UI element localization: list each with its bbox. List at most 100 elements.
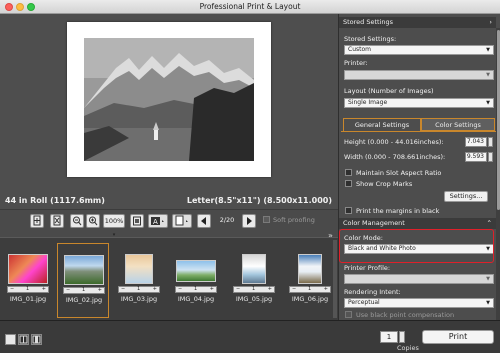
color-management-header-label: Color Management — [343, 219, 405, 227]
compare-view-button[interactable] — [31, 334, 42, 345]
soft-proofing-toggle[interactable]: Soft proofing — [263, 216, 315, 224]
zoom-select[interactable]: 100% ▾ — [103, 214, 125, 238]
copies-input[interactable]: 1 — [380, 331, 398, 343]
close-window-button[interactable] — [5, 3, 13, 11]
height-stepper[interactable] — [488, 137, 493, 147]
thumbnail-item[interactable]: − 1 + IMG_06.jpg — [284, 248, 336, 318]
thumbnail-item[interactable]: − 1 + IMG_01.jpg — [2, 248, 54, 318]
copies-label: Copies — [397, 344, 419, 352]
settings-panel: Stored Settings › Stored Settings: Custom… — [338, 14, 500, 320]
thumbnail-count: 1 — [252, 286, 256, 292]
thumbnail-count-stepper[interactable]: − 1 + — [289, 286, 331, 293]
zoom-out-button[interactable] — [70, 214, 84, 228]
paper-preview — [67, 22, 271, 177]
thumbnail-count: 1 — [26, 286, 30, 292]
thumbnail-image-lighthouse — [242, 254, 266, 284]
panel-scrollbar[interactable] — [496, 28, 500, 320]
thumbnail-count: 1 — [137, 286, 141, 292]
minimize-window-button[interactable] — [16, 3, 24, 11]
zoom-value: 100% — [104, 217, 124, 225]
thumbnail-item-selected[interactable]: − 1 + IMG_02.jpg — [57, 243, 109, 318]
split-view-icon — [19, 335, 28, 344]
thumbnail-count-stepper[interactable]: − 1 + — [233, 286, 275, 293]
next-page-button[interactable] — [242, 214, 256, 228]
settings-tabs: General Settings Color Settings — [343, 118, 495, 131]
width-label: Width (0.000 - 708.661inches): — [344, 153, 446, 161]
plus-icon[interactable]: + — [324, 287, 328, 292]
window-title: Professional Print & Layout — [199, 2, 301, 11]
layout-label: Layout (Number of Images) — [344, 87, 434, 95]
thumbnail-item[interactable]: − 1 + IMG_04.jpg — [170, 248, 222, 318]
text-tool-icon: A — [151, 217, 164, 226]
printer-select[interactable]: ▼ — [344, 70, 494, 80]
stored-settings-header-label: Stored Settings — [343, 18, 394, 26]
single-view-button[interactable] — [5, 334, 16, 345]
rendering-intent-value: Perceptual — [348, 299, 380, 306]
thumbnail-count-stepper[interactable]: − 1 + — [118, 286, 160, 293]
bottom-bar: 1 Copies Print — [0, 320, 500, 353]
width-stepper[interactable] — [488, 152, 493, 162]
soft-proofing-label: Soft proofing — [273, 216, 315, 224]
minus-icon[interactable]: − — [121, 287, 125, 292]
plus-icon[interactable]: + — [98, 288, 102, 293]
delete-page-button[interactable] — [50, 214, 64, 228]
preview-toolbar: 100% ▾ A 2/20 Soft proofing — [0, 209, 338, 238]
thumbnail-count-stepper[interactable]: − 1 + — [63, 287, 105, 294]
new-page-icon — [33, 215, 41, 226]
split-view-button[interactable] — [18, 334, 29, 345]
black-point-checkbox[interactable] — [345, 311, 352, 318]
rendering-intent-select[interactable]: Perceptual ▼ — [344, 298, 494, 308]
settings-button[interactable]: Settings... — [444, 191, 488, 202]
minus-icon[interactable]: − — [236, 287, 240, 292]
arrow-right-icon — [247, 217, 252, 225]
thumbnail-image-flowers — [8, 254, 48, 284]
thumbnail-item[interactable]: − 1 + IMG_03.jpg — [113, 248, 165, 318]
plus-icon[interactable]: + — [42, 287, 46, 292]
previous-page-button[interactable] — [197, 214, 211, 228]
roll-size-label: 44 in Roll (1117.6mm) — [5, 196, 105, 205]
add-page-button[interactable] — [30, 214, 44, 228]
preview-photo[interactable] — [84, 38, 254, 161]
fit-to-page-button[interactable] — [130, 214, 144, 228]
black-point-label: Use black point compensation — [356, 311, 455, 319]
text-tool-button[interactable]: A — [148, 214, 168, 228]
stored-settings-header[interactable]: Stored Settings › — [339, 17, 496, 28]
thumbnail-image-child — [125, 254, 153, 284]
plus-icon[interactable]: + — [268, 287, 272, 292]
thumbnail-count: 1 — [194, 286, 198, 292]
soft-proofing-checkbox[interactable] — [263, 216, 270, 223]
maintain-aspect-label: Maintain Slot Aspect Ratio — [356, 169, 442, 177]
minus-icon[interactable]: − — [66, 288, 70, 293]
tab-general-settings[interactable]: General Settings — [343, 118, 421, 131]
print-margins-black-checkbox[interactable] — [345, 207, 352, 214]
chevron-down-icon: ▼ — [486, 72, 490, 78]
zoom-out-icon — [73, 216, 82, 226]
minus-icon[interactable]: − — [292, 287, 296, 292]
minus-icon[interactable]: − — [178, 287, 182, 292]
layout-select[interactable]: Single Image ▼ — [344, 98, 494, 108]
printer-profile-select[interactable]: ▼ — [344, 274, 494, 284]
thumbnail-item[interactable]: − 1 + IMG_05.jpg — [228, 248, 280, 318]
print-button[interactable]: Print — [422, 330, 494, 344]
rendering-intent-label: Rendering Intent: — [344, 288, 401, 296]
color-management-header[interactable]: Color Management ⌃ — [339, 218, 496, 229]
thumbnail-count: 1 — [308, 286, 312, 292]
zoom-window-button[interactable] — [27, 3, 35, 11]
height-input[interactable]: 7.043 — [465, 137, 487, 147]
tab-color-settings[interactable]: Color Settings — [421, 118, 495, 131]
thumbnail-scrollbar[interactable] — [333, 240, 337, 318]
plus-icon[interactable]: + — [210, 287, 214, 292]
minus-icon[interactable]: − — [10, 287, 14, 292]
page-setup-button[interactable] — [172, 214, 192, 228]
show-crop-marks-checkbox[interactable] — [345, 180, 352, 187]
copies-stepper[interactable] — [399, 331, 405, 343]
thumbnail-count-stepper[interactable]: − 1 + — [7, 286, 49, 293]
thumbnail-count-stepper[interactable]: − 1 + — [175, 286, 217, 293]
plus-icon[interactable]: + — [153, 287, 157, 292]
stored-settings-select[interactable]: Custom ▼ — [344, 45, 494, 55]
width-input[interactable]: 9.593 — [465, 152, 487, 162]
maintain-aspect-checkbox[interactable] — [345, 169, 352, 176]
zoom-in-button[interactable] — [86, 214, 100, 228]
paper-size-label: Letter(8.5"x11") (8.500x11.000) — [186, 196, 332, 205]
chevron-up-icon: ⌃ — [486, 219, 492, 227]
